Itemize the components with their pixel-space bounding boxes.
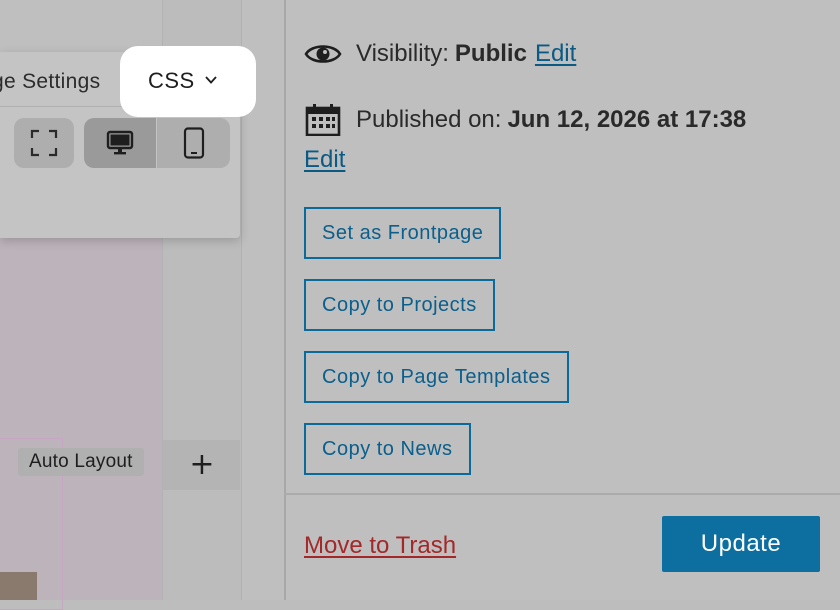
set-as-frontpage-button[interactable]: Set as Frontpage — [304, 207, 502, 259]
auto-layout-badge[interactable]: Auto Layout — [18, 448, 144, 476]
desktop-view-button[interactable] — [84, 118, 156, 168]
footer-divider — [284, 493, 840, 495]
visibility-label: Visibility: — [356, 40, 449, 67]
visibility-value: Public — [454, 40, 527, 67]
copy-to-news-button[interactable]: Copy to News — [304, 423, 471, 475]
chevron-down-icon — [205, 76, 217, 84]
desktop-monitor-icon — [106, 130, 134, 155]
published-row: Published on: Jun 12, 2026 at 17:38 — [304, 102, 746, 138]
add-block-button[interactable]: + — [183, 448, 221, 484]
tab-css[interactable]: CSS — [120, 46, 256, 117]
tab-css-label: CSS — [148, 68, 195, 93]
fullscreen-button[interactable] — [14, 118, 74, 168]
published-label: Published on: — [356, 106, 502, 133]
tab-page-settings[interactable]: ge Settings — [0, 70, 100, 94]
copy-to-projects-button[interactable]: Copy to Projects — [304, 279, 495, 331]
calendar-icon — [305, 104, 341, 136]
mobile-view-button[interactable] — [157, 118, 230, 168]
image-thumbnail — [0, 572, 37, 600]
update-button[interactable]: Update — [662, 516, 820, 572]
eye-icon — [304, 45, 342, 63]
edit-published-link[interactable]: Edit — [304, 146, 345, 174]
edit-visibility-link[interactable]: Edit — [535, 40, 576, 68]
published-date: Jun 12, 2026 at 17:38 — [507, 106, 747, 133]
visibility-row: Visibility: Public Edit — [304, 36, 576, 72]
move-to-trash-link[interactable]: Move to Trash — [304, 532, 456, 560]
mobile-phone-icon — [183, 127, 204, 159]
copy-to-page-templates-button[interactable]: Copy to Page Templates — [304, 351, 569, 403]
fullscreen-corners-icon — [30, 129, 58, 157]
